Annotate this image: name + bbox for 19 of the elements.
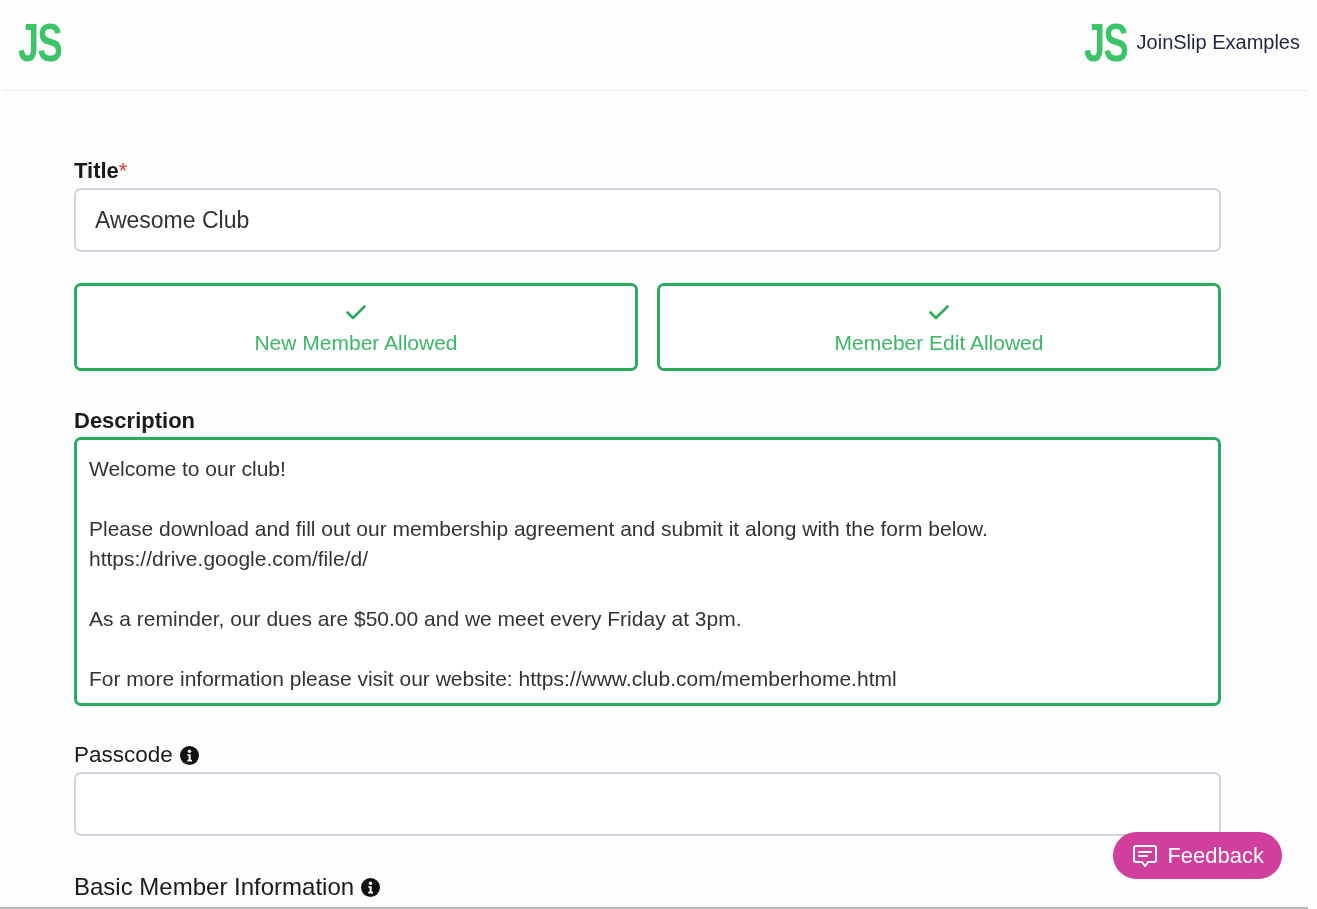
toggle-button[interactable]: Memeber Edit Allowed: [657, 283, 1221, 371]
logo[interactable]: JS: [18, 21, 62, 63]
logo[interactable]: JS: [1083, 21, 1127, 63]
description-field[interactable]: Welcome to our club! Please download and fill out our membership agreement and submit it along with the form below. https://drive.google.com/file/d/ As a reminder, our dues are $50.00 and we meet every Friday at 3pm. For more information please visit our website: https://www.club.com/memberhome.html: [74, 437, 1221, 706]
feedback-button[interactable]: Feedback: [1113, 832, 1282, 879]
check-icon: [929, 305, 949, 320]
section-heading: Basic Member Information: [74, 875, 355, 899]
passcode-input[interactable]: [74, 772, 1221, 836]
field-label: Title: [74, 159, 119, 183]
toggle-button[interactable]: New Member Allowed: [74, 283, 638, 371]
chat-icon: [1132, 843, 1159, 868]
field-label: Passcode: [74, 743, 173, 767]
required-mark: *: [118, 159, 128, 183]
check-icon: [346, 305, 366, 320]
brand-name[interactable]: JoinSlip Examples: [1136, 30, 1300, 54]
title-input[interactable]: Awesome Club: [74, 188, 1221, 252]
info-icon[interactable]: [361, 877, 381, 897]
info-icon[interactable]: [179, 745, 199, 765]
field-label: Description: [74, 409, 196, 433]
